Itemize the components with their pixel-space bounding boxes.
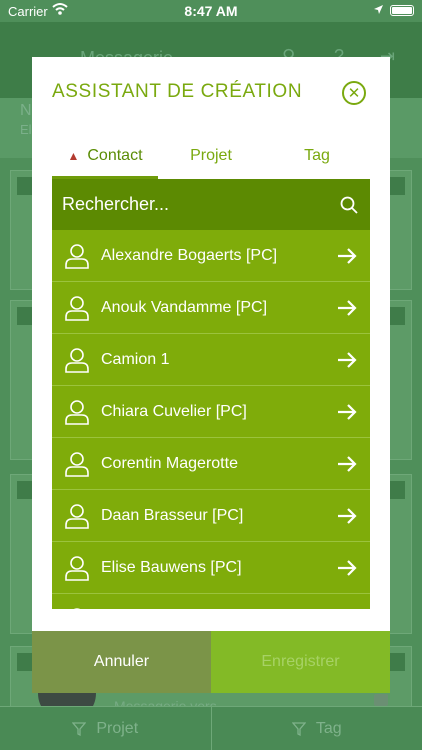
list-item[interactable]: Elise Bauwens [PC]	[52, 542, 370, 594]
clock: 8:47 AM	[184, 3, 238, 19]
search-input[interactable]	[62, 194, 328, 215]
tab-contact[interactable]: ▲ Contact	[52, 133, 158, 179]
arrow-right-icon	[324, 507, 370, 525]
list-item[interactable]: Anouk Vandamme [PC]	[52, 282, 370, 334]
person-icon	[62, 345, 92, 375]
tab-tag[interactable]: Tag	[264, 133, 370, 179]
bottom-filter-bar: Projet Tag	[0, 706, 422, 750]
warning-icon: ▲	[67, 149, 80, 163]
list-item[interactable]: Daan Brasseur [PC]	[52, 490, 370, 542]
tab-bar: ▲ Contact Projet Tag	[52, 133, 370, 179]
person-icon	[62, 293, 92, 323]
list-item[interactable]: Chiara Cuvelier [PC]	[52, 386, 370, 438]
tab-label: Tag	[304, 147, 330, 164]
contact-name: Daan Brasseur [PC]	[101, 506, 244, 524]
filter-icon	[72, 721, 87, 736]
person-icon	[62, 553, 92, 583]
filter-tag-label: Tag	[315, 719, 342, 737]
filter-tag-button: Tag	[210, 707, 422, 750]
tab-project[interactable]: Projet	[158, 133, 264, 179]
filter-icon	[291, 721, 306, 736]
dialog-actions: Annuler Enregistrer	[32, 631, 390, 693]
list-item[interactable]	[52, 594, 370, 609]
tab-label: Projet	[190, 147, 232, 164]
arrow-right-icon	[324, 247, 370, 265]
contact-name: Alexandre Bogaerts [PC]	[101, 246, 278, 264]
arrow-right-icon	[324, 455, 370, 473]
person-icon	[62, 501, 92, 531]
search-icon[interactable]	[328, 196, 370, 214]
filter-project-button: Projet	[0, 707, 211, 750]
contact-name: Elise Bauwens [PC]	[101, 558, 242, 576]
save-button[interactable]: Enregistrer	[211, 631, 390, 693]
list-item[interactable]: Alexandre Bogaerts [PC]	[52, 230, 370, 282]
close-icon: ✕	[347, 84, 361, 102]
contact-name: Anouk Vandamme [PC]	[101, 298, 268, 316]
list-item[interactable]: Corentin Magerotte	[52, 438, 370, 490]
contact-name: Corentin Magerotte	[101, 454, 238, 472]
background-subinitial: El	[20, 122, 32, 137]
list-item[interactable]: Camion 1	[52, 334, 370, 386]
filter-project-label: Projet	[96, 719, 139, 737]
tab-label: Contact	[87, 147, 143, 164]
arrow-right-icon	[324, 403, 370, 421]
arrow-right-icon	[324, 299, 370, 317]
close-button[interactable]: ✕	[342, 81, 366, 105]
person-icon	[62, 397, 92, 427]
background-initial: N	[20, 102, 32, 119]
location-icon	[373, 3, 384, 18]
lock-icon	[374, 694, 388, 706]
contact-name: Camion 1	[101, 350, 170, 368]
status-bar: Carrier 8:47 AM	[0, 0, 422, 22]
contact-name: Chiara Cuvelier [PC]	[101, 402, 247, 420]
contact-list: Alexandre Bogaerts [PC] Anouk Vandamme […	[52, 230, 370, 609]
arrow-right-icon	[324, 351, 370, 369]
person-icon	[62, 605, 92, 609]
creation-wizard-dialog: ASSISTANT DE CRÉATION ✕ ▲ Contact Projet…	[32, 57, 390, 692]
dialog-title: ASSISTANT DE CRÉATION	[52, 81, 303, 102]
cancel-button[interactable]: Annuler	[32, 631, 211, 693]
battery-icon	[390, 5, 414, 16]
person-icon	[62, 241, 92, 271]
arrow-right-icon	[324, 559, 370, 577]
person-icon	[62, 449, 92, 479]
search-bar[interactable]	[52, 179, 370, 230]
